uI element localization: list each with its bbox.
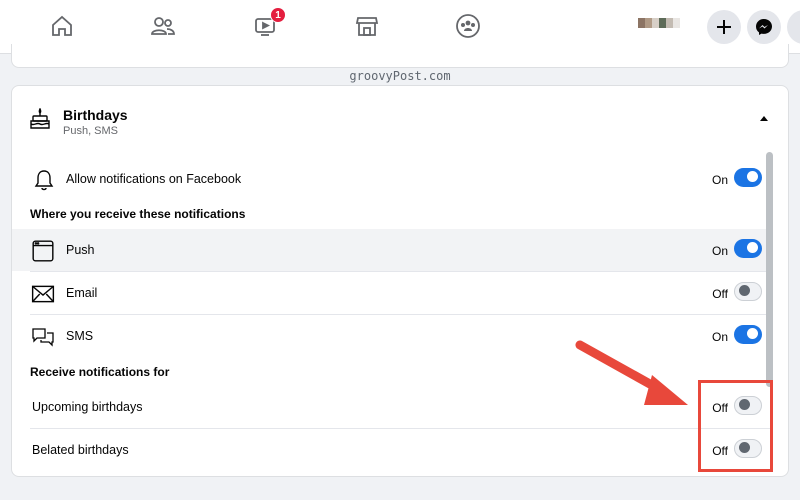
channel-state-sms: On <box>711 330 728 344</box>
type-row-belated: Belated birthdays Off <box>12 429 772 471</box>
channel-label-push: Push <box>66 243 95 257</box>
push-toggle[interactable] <box>734 239 762 258</box>
card-header[interactable]: Birthdays Push, SMS <box>12 86 788 148</box>
bell-icon <box>34 170 54 191</box>
home-icon[interactable] <box>47 11 77 41</box>
collapse-chevron-icon[interactable] <box>760 116 768 121</box>
watermark: groovyPost.com <box>349 69 451 83</box>
browser-window-icon <box>32 240 54 262</box>
annotation-arrow-icon <box>575 340 688 405</box>
channel-state-email: Off <box>712 287 728 301</box>
allow-notifications-label: Allow notifications on Facebook <box>66 172 242 186</box>
type-label-belated: Belated birthdays <box>32 443 129 457</box>
birthdays-settings-card: Birthdays Push, SMS Allow notifications … <box>11 85 789 477</box>
type-label-upcoming: Upcoming birthdays <box>32 400 143 414</box>
channel-state-push: On <box>711 244 728 258</box>
annotation-highlight-box <box>698 380 773 472</box>
channel-row-push: Push On <box>12 229 772 271</box>
messenger-icon <box>756 19 772 35</box>
section-heading-receive-for: Receive notifications for <box>30 365 170 379</box>
scrollbar[interactable] <box>766 152 773 387</box>
allow-notifications-state: On <box>711 173 728 187</box>
card-subtitle: Push, SMS <box>63 125 119 137</box>
friends-icon[interactable] <box>148 11 178 41</box>
marketplace-icon[interactable] <box>352 11 382 41</box>
allow-notifications-row: Allow notifications on Facebook On <box>12 158 772 200</box>
birthday-cake-icon <box>30 108 50 129</box>
channel-label-email: Email <box>66 286 98 300</box>
account-menu-button[interactable] <box>787 10 800 44</box>
avatar[interactable] <box>638 18 686 38</box>
sms-toggle[interactable] <box>734 325 762 344</box>
previous-settings-card <box>11 44 789 68</box>
watch-icon[interactable]: 1 <box>250 7 286 41</box>
email-toggle[interactable] <box>734 282 762 301</box>
groups-icon[interactable] <box>453 11 483 41</box>
plus-icon <box>717 20 731 34</box>
notification-badge: 1 <box>270 7 286 23</box>
channel-label-sms: SMS <box>66 329 94 343</box>
chat-bubbles-icon <box>32 328 54 347</box>
section-heading-where: Where you receive these notifications <box>30 207 246 221</box>
create-button[interactable] <box>707 10 741 44</box>
allow-notifications-toggle[interactable] <box>734 168 762 187</box>
messenger-button[interactable] <box>747 10 781 44</box>
channel-row-email: Email Off <box>12 272 772 314</box>
card-title: Birthdays <box>63 107 128 123</box>
envelope-icon <box>31 285 55 303</box>
